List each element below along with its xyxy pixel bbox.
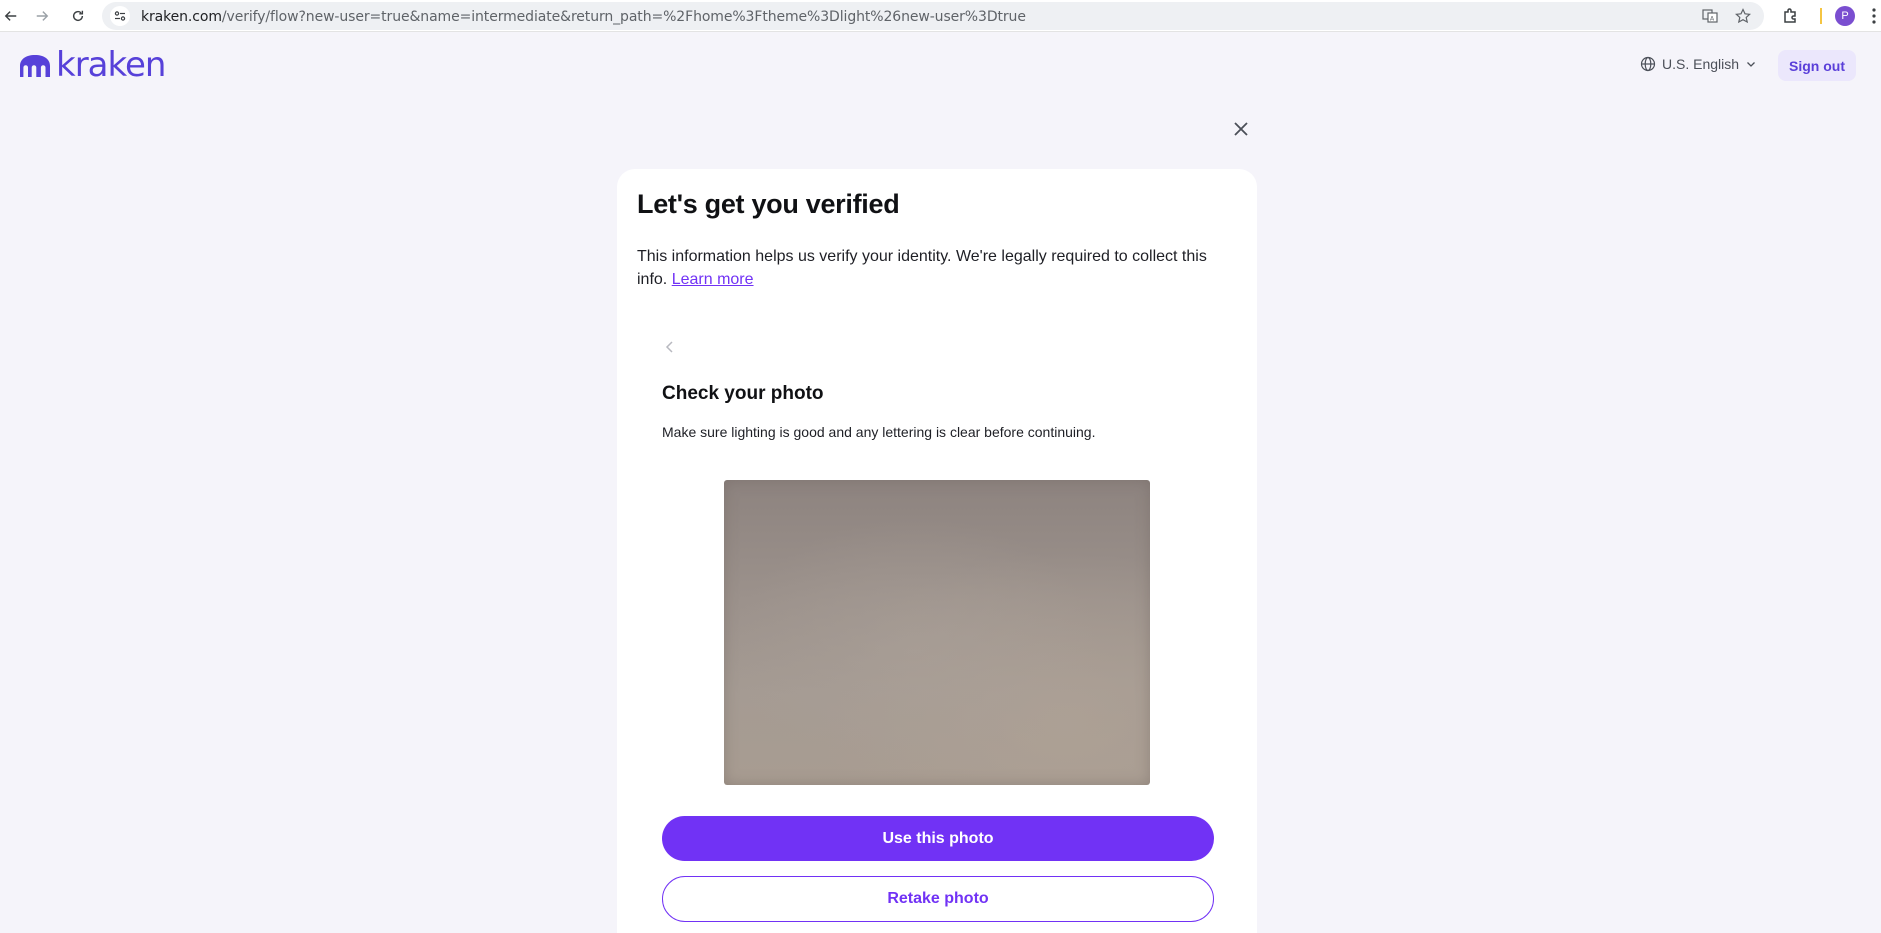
globe-icon [1640, 56, 1656, 72]
menu-dots-icon[interactable] [1868, 6, 1880, 26]
learn-more-link[interactable]: Learn more [672, 271, 754, 288]
toolbar-divider [1820, 8, 1822, 24]
profile-avatar[interactable]: P [1835, 6, 1855, 26]
kraken-logo[interactable]: kraken [18, 45, 166, 85]
language-label: U.S. English [1662, 56, 1740, 72]
use-this-photo-button[interactable]: Use this photo [662, 816, 1214, 861]
forward-arrow-icon[interactable] [31, 5, 53, 27]
back-arrow-icon[interactable] [0, 5, 22, 27]
page-title: Let's get you verified [637, 189, 900, 219]
star-icon[interactable] [1735, 8, 1751, 24]
verification-card: Let's get you verified This information … [617, 169, 1257, 933]
extensions-icon[interactable] [1781, 6, 1801, 26]
kraken-logo-icon [20, 55, 50, 77]
address-bar[interactable]: kraken.com/verify/flow?new-user=true&nam… [102, 2, 1764, 30]
url-path: /verify/flow?new-user=true&name=intermed… [221, 9, 1026, 25]
chevron-left-icon[interactable] [662, 339, 678, 355]
close-icon[interactable] [1230, 118, 1252, 140]
step-description: Make sure lighting is good and any lette… [662, 424, 1096, 440]
logo-text: kraken [56, 45, 166, 85]
url-host: kraken.com [141, 9, 222, 25]
captured-photo-preview [724, 480, 1150, 785]
verification-description: This information helps us verify your id… [637, 245, 1237, 291]
retake-photo-button[interactable]: Retake photo [662, 876, 1214, 922]
site-info-icon[interactable] [110, 6, 130, 26]
step-title: Check your photo [662, 383, 824, 404]
url-text[interactable]: kraken.com/verify/flow?new-user=true&nam… [141, 9, 1026, 25]
reload-icon[interactable] [67, 5, 89, 27]
sign-out-button[interactable]: Sign out [1778, 50, 1856, 81]
browser-toolbar: kraken.com/verify/flow?new-user=true&nam… [0, 0, 1881, 32]
chevron-down-icon [1747, 62, 1756, 67]
language-selector[interactable]: U.S. English [1640, 56, 1757, 72]
translate-icon[interactable]: A [1702, 8, 1718, 24]
